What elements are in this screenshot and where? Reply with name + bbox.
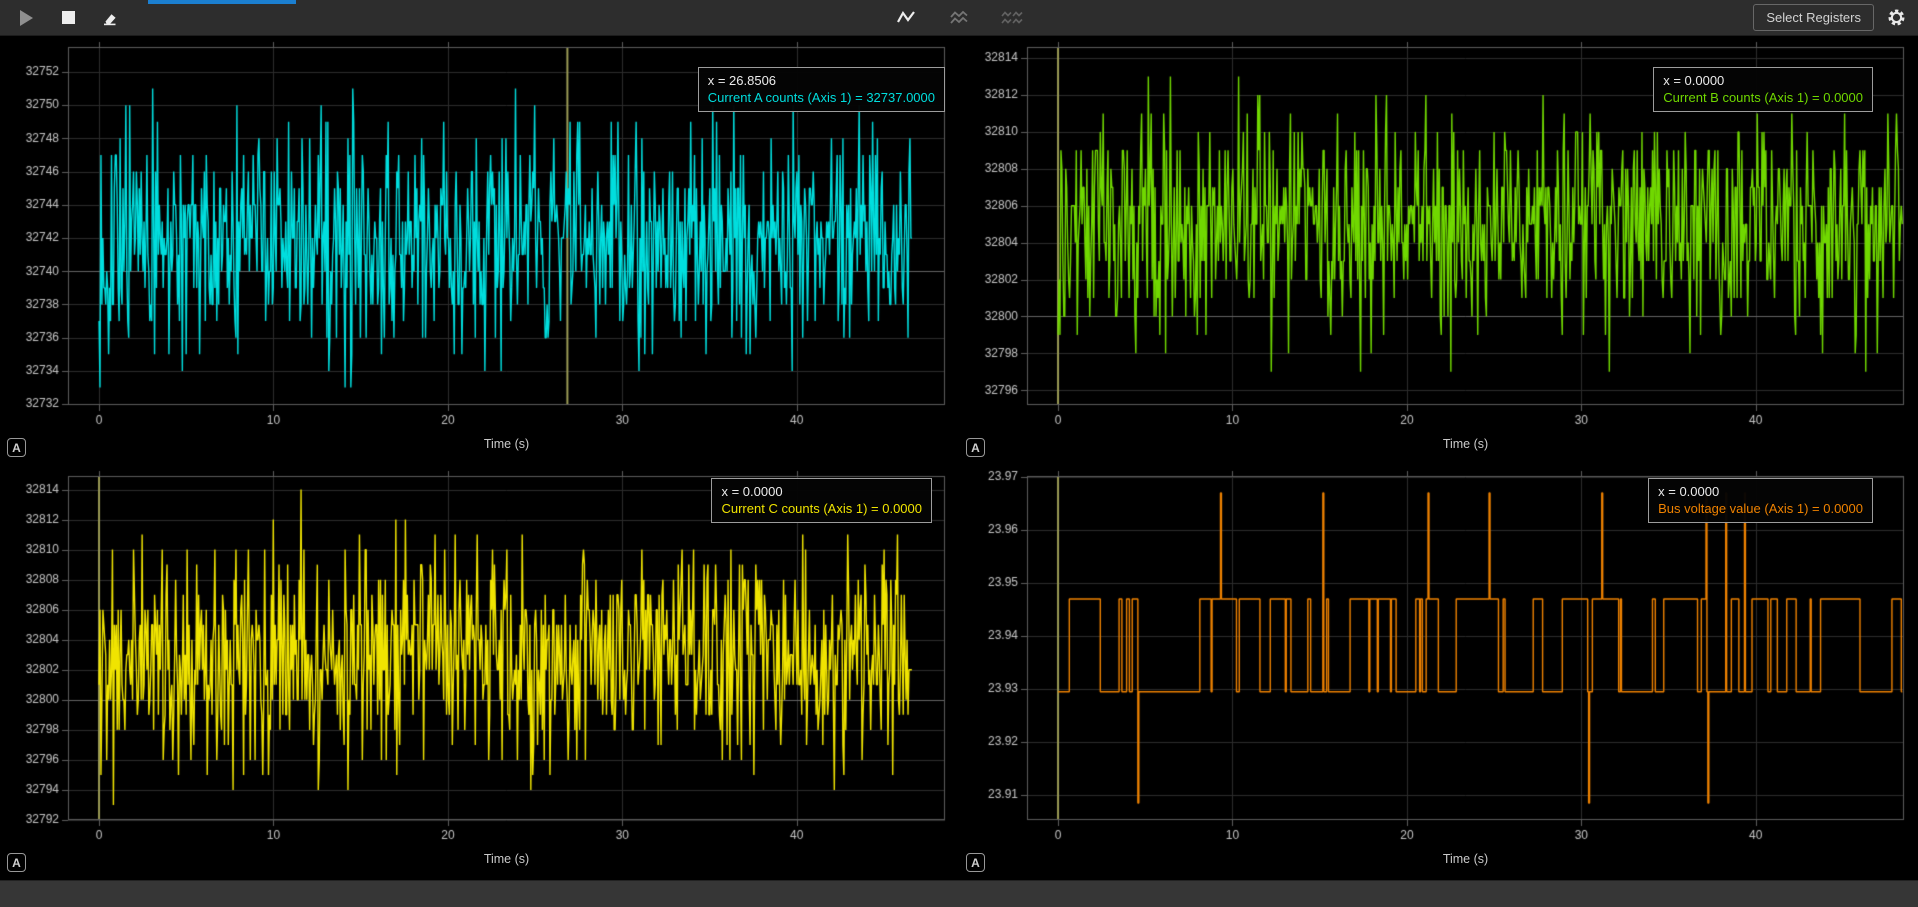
tooltip-x-value: x = 26.8506 — [708, 72, 935, 89]
tooltip-signal-value: Current C counts (Axis 1) = 0.0000 — [721, 500, 922, 517]
plot-panel-current-b: x = 0.0000 Current B counts (Axis 1) = 0… — [959, 36, 1918, 465]
settings-button[interactable] — [1884, 5, 1908, 31]
plots-grid: x = 26.8506 Current A counts (Axis 1) = … — [0, 36, 1918, 880]
plot-canvas-bus-voltage[interactable] — [959, 465, 1918, 880]
toolbar-right: Select Registers — [1753, 4, 1918, 31]
status-bar — [0, 880, 1918, 907]
quad-waveform-icon — [1001, 9, 1023, 27]
autoscale-button[interactable]: A — [966, 438, 985, 457]
plot-canvas-current-c[interactable] — [0, 465, 959, 880]
tooltip-x-value: x = 0.0000 — [721, 483, 922, 500]
plot-panel-current-c: x = 0.0000 Current C counts (Axis 1) = 0… — [0, 465, 959, 880]
tooltip-signal-value: Current B counts (Axis 1) = 0.0000 — [1663, 89, 1863, 106]
dual-plot-layout-button[interactable] — [947, 5, 971, 31]
select-registers-button[interactable]: Select Registers — [1753, 4, 1874, 31]
cursor-tooltip[interactable]: x = 0.0000 Bus voltage value (Axis 1) = … — [1648, 478, 1873, 523]
plot-panel-bus-voltage: x = 0.0000 Bus voltage value (Axis 1) = … — [959, 465, 1918, 880]
cursor-tooltip[interactable]: x = 26.8506 Current A counts (Axis 1) = … — [698, 67, 945, 112]
plot-layout-controls — [894, 5, 1024, 31]
autoscale-button[interactable]: A — [7, 438, 26, 457]
run-controls — [0, 5, 122, 31]
tooltip-signal-value: Current A counts (Axis 1) = 32737.0000 — [708, 89, 935, 106]
single-waveform-icon — [896, 9, 916, 27]
autoscale-button[interactable]: A — [7, 853, 26, 872]
gear-icon — [1887, 8, 1906, 27]
tooltip-signal-value: Bus voltage value (Axis 1) = 0.0000 — [1658, 500, 1863, 517]
dual-waveform-icon — [949, 9, 969, 27]
tooltip-x-value: x = 0.0000 — [1658, 483, 1863, 500]
eraser-icon — [101, 9, 119, 27]
toolbar: Select Registers — [0, 0, 1918, 36]
single-plot-layout-button[interactable] — [894, 5, 918, 31]
run-button[interactable] — [14, 5, 38, 31]
plot-panel-current-a: x = 26.8506 Current A counts (Axis 1) = … — [0, 36, 959, 465]
autoscale-button[interactable]: A — [966, 853, 985, 872]
stop-icon — [62, 11, 75, 24]
cursor-tooltip[interactable]: x = 0.0000 Current C counts (Axis 1) = 0… — [711, 478, 932, 523]
play-icon — [20, 10, 33, 26]
quad-plot-layout-button[interactable] — [1000, 5, 1024, 31]
stop-button[interactable] — [56, 5, 80, 31]
clear-plots-button[interactable] — [98, 5, 122, 31]
active-tab-indicator — [148, 0, 296, 4]
tooltip-x-value: x = 0.0000 — [1663, 72, 1863, 89]
cursor-tooltip[interactable]: x = 0.0000 Current B counts (Axis 1) = 0… — [1653, 67, 1873, 112]
